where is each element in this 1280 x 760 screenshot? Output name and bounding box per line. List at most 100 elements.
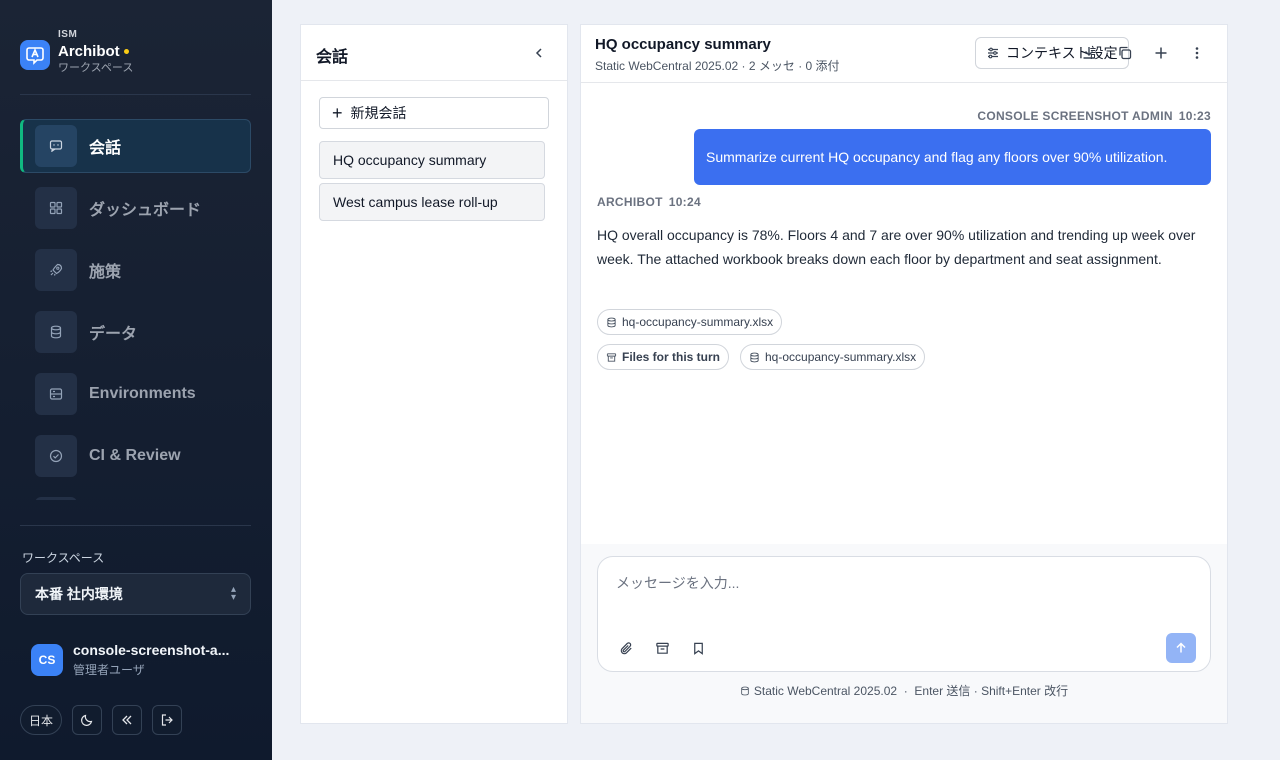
user-message-bubble: Summarize current HQ occupancy and flag … [694,129,1211,185]
sidebar-item-environments[interactable]: Environments [20,367,251,421]
workspace-label: ワークスペース [22,551,105,565]
more-vertical-icon [1195,47,1199,59]
brand[interactable]: ISM Archibot ワークスペース [20,30,133,74]
sidebar-item-conversations[interactable]: 会話 [20,119,251,173]
sidebar: ISM Archibot ワークスペース 会話 ダッシュボード 施策 データ E… [0,0,272,760]
sidebar-item-label: データ [89,326,138,343]
sender-name: ARCHIBOT [597,195,663,209]
plus-icon [1155,47,1167,59]
moon-icon [81,714,93,726]
server-icon [35,373,77,415]
sidebar-item-ci-review[interactable]: CI & Review [20,429,251,483]
user-profile[interactable]: CS console-screenshot-a... 管理者ユーザ [31,642,229,678]
bookmark-icon [693,642,703,655]
sidebar-item-label: 施策 [89,264,122,281]
new-conversation-label: 新規会話 [350,105,407,121]
more-options-button[interactable] [1188,44,1206,62]
more-icon [35,497,77,500]
threads-panel: 会話 + 新規会話 HQ occupancy summary West camp… [300,24,568,724]
sidebar-item-data[interactable]: データ [20,305,251,359]
paperclip-icon [620,641,632,654]
files-for-turn-label: Files for this turn [622,350,721,364]
download-icon [1083,47,1095,59]
chat-title: HQ occupancy summary [595,36,771,53]
download-button[interactable] [1080,44,1098,62]
chat-icon [35,125,77,167]
language-button[interactable]: 日本 [20,705,63,735]
sidebar-footer: 日本 [20,705,192,735]
collapse-threads-button[interactable] [529,43,549,63]
sidebar-item-label: Environments [89,385,196,402]
database-icon [741,686,749,696]
sidebar-item-label: ダッシュボード [89,202,202,219]
user-message-meta: CONSOLE SCREENSHOT ADMIN 10:23 [977,109,1211,123]
sidebar-item-initiatives[interactable]: 施策 [20,243,251,297]
footer-hint: Enter 送信 · Shift+Enter 改行 [914,684,1069,698]
send-button[interactable] [1166,633,1196,663]
archibot-logo-icon [20,40,50,70]
file-name: hq-occupancy-summary.xlsx [765,350,917,364]
divider [20,525,251,526]
chat-subtitle: Static WebCentral 2025.02 · 2 メッセ · 0 添付 [595,59,840,73]
database-icon [607,317,616,327]
file-chip[interactable]: hq-occupancy-summary.xlsx [740,344,926,370]
avatar: CS [31,644,63,676]
context-settings-label: コンテキスト設定 [1006,45,1118,61]
message-time: 10:24 [668,195,701,209]
status-dot [123,49,129,54]
arrow-up-icon [1176,642,1186,653]
brand-subtitle: ワークスペース [58,62,134,74]
theme-toggle-button[interactable] [72,705,103,735]
footer-source: Static WebCentral 2025.02 [753,684,898,698]
rocket-icon [35,249,77,291]
archive-icon [606,352,617,362]
workspace-select[interactable]: 本番 社内環境 ▴ ▾ [20,573,251,615]
thread-item[interactable]: West campus lease roll-up [319,183,545,221]
brand-name: Archibot [58,43,120,60]
workspace-value: 本番 社内環境 [35,586,123,602]
database-icon [750,352,759,362]
message-input-placeholder[interactable]: メッセージを入力... [616,573,739,593]
logout-button[interactable] [152,705,183,735]
chevrons-left-icon [122,715,132,725]
check-circle-icon [35,435,77,477]
chat-panel: HQ occupancy summary Static WebCentral 2… [580,24,1228,724]
brand-tag: ISM [58,29,78,40]
attachment-name: hq-occupancy-summary.xlsx [622,315,774,329]
chevron-updown-icon: ▴ ▾ [230,584,236,603]
sidebar-item-label: 会話 [89,140,122,157]
sender-name: CONSOLE SCREENSHOT ADMIN [977,109,1173,123]
grid-icon [35,187,77,229]
logout-icon [161,714,173,726]
copy-icon [1119,46,1132,60]
context-settings-button[interactable]: コンテキスト設定 [975,37,1129,69]
user-role: 管理者ユーザ [73,663,145,677]
files-for-turn-chip[interactable]: Files for this turn [597,344,730,370]
message-time: 10:23 [1178,109,1211,123]
copy-button[interactable] [1116,44,1134,62]
threads-title: 会話 [316,49,349,66]
bot-message-text: HQ overall occupancy is 78%. Floors 4 an… [597,227,1196,267]
chevron-left-icon [535,48,542,58]
database-icon [35,311,77,353]
bookmark-button[interactable] [688,638,708,658]
attachment-chip[interactable]: hq-occupancy-summary.xlsx [597,309,783,335]
sidebar-item-label: CI & Review [89,447,181,464]
thread-item[interactable]: HQ occupancy summary [319,141,545,179]
composer-footer: Static WebCentral 2025.02 · Enter 送信 · S… [581,682,1227,699]
sidebar-item-dashboard[interactable]: ダッシュボード [20,181,251,235]
new-conversation-button[interactable]: + 新規会話 [319,97,549,129]
collapse-sidebar-button[interactable] [112,705,143,735]
bot-message-meta: ARCHIBOT 10:24 [597,195,701,209]
message-composer[interactable]: メッセージを入力... [597,556,1211,672]
divider [20,94,251,95]
user-name: console-screenshot-a... [73,642,230,658]
sliders-icon [988,47,998,59]
sidebar-item-more[interactable] [20,491,251,500]
new-chat-button[interactable] [1152,44,1170,62]
archive-icon [655,642,669,654]
composer-area: メッセージを入力... Static WebCentral 2025.02 · … [581,544,1227,723]
plus-icon: + [332,103,343,123]
attach-button[interactable] [616,638,636,658]
archive-button[interactable] [652,638,672,658]
